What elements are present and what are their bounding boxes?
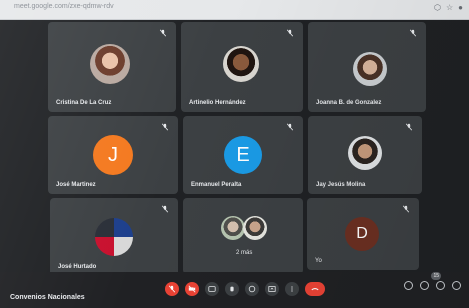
- browser-toolbar-icons: ⬡ ☆ ●: [434, 3, 463, 13]
- participant-tile[interactable]: Artinelio Hernández: [181, 22, 303, 112]
- activities-icon[interactable]: [452, 281, 461, 290]
- participant-name: Cristina De La Cruz: [56, 100, 112, 106]
- participant-name: Yo: [315, 258, 322, 264]
- participant-name: José Hurtado: [58, 264, 97, 270]
- captions-icon: [208, 286, 216, 292]
- call-controls: [165, 282, 325, 296]
- mic-off-icon: [402, 205, 410, 213]
- captions-button[interactable]: [205, 282, 219, 296]
- participant-tile[interactable]: Cristina De La Cruz: [48, 22, 176, 112]
- present-button[interactable]: [265, 282, 279, 296]
- participant-avatar: [348, 136, 382, 170]
- participant-count-badge: 15: [431, 272, 441, 280]
- extension-icon[interactable]: ⬡: [434, 3, 441, 13]
- people-icon[interactable]: [420, 281, 429, 290]
- star-icon[interactable]: ☆: [446, 3, 453, 13]
- participant-avatar: [90, 44, 130, 84]
- participant-tile[interactable]: Jay Jesús Molina: [308, 116, 422, 194]
- profile-icon[interactable]: ●: [458, 3, 463, 13]
- participant-avatar: [95, 218, 133, 256]
- participant-tile[interactable]: J José Martinez: [48, 116, 178, 194]
- emoji-icon: [248, 285, 256, 293]
- mic-off-icon: [286, 29, 294, 37]
- present-icon: [268, 286, 276, 292]
- meeting-toolbar: Convenios Nacionales 15: [0, 272, 469, 308]
- url-text[interactable]: meet.google.com/zxe-qdmw-rdv: [14, 3, 114, 10]
- mic-off-icon: [409, 29, 417, 37]
- meeting-side-icons: [404, 281, 461, 290]
- mic-toggle-button[interactable]: [165, 282, 179, 296]
- phone-hangup-icon: [311, 288, 319, 291]
- meet-screen: meet.google.com/zxe-qdmw-rdv ⬡ ☆ ● Crist…: [0, 0, 469, 308]
- camera-toggle-button[interactable]: [185, 282, 199, 296]
- reactions-button[interactable]: [245, 282, 259, 296]
- participant-avatar: [221, 216, 245, 240]
- participant-tile[interactable]: D Yo: [307, 198, 419, 270]
- participant-name: Jay Jesús Molina: [316, 182, 366, 188]
- mic-off-icon: [168, 285, 176, 293]
- participant-avatar: [223, 46, 259, 82]
- participant-name: Artinelio Hernández: [189, 100, 246, 106]
- participant-tile[interactable]: E Enmanuel Peralta: [183, 116, 303, 194]
- participant-tile[interactable]: José Hurtado: [50, 198, 178, 276]
- participant-avatar: [353, 52, 387, 86]
- raise-hand-button[interactable]: [225, 282, 239, 296]
- camera-off-icon: [188, 285, 196, 293]
- hand-icon: [230, 286, 234, 292]
- participant-avatar: [243, 216, 267, 240]
- meeting-title: Convenios Nacionales: [10, 294, 85, 301]
- more-options-button[interactable]: [285, 282, 299, 296]
- info-icon[interactable]: [404, 281, 413, 290]
- more-vert-icon: [291, 286, 293, 292]
- participant-name: Joanna B. de Gonzalez: [316, 100, 382, 106]
- mic-off-icon: [161, 205, 169, 213]
- participant-avatar: E: [224, 136, 262, 174]
- participant-avatar: J: [93, 135, 133, 175]
- participant-tile[interactable]: 2 más: [183, 198, 303, 274]
- browser-address-bar[interactable]: meet.google.com/zxe-qdmw-rdv ⬡ ☆ ●: [0, 0, 469, 20]
- participant-avatar: D: [345, 217, 379, 251]
- mic-off-icon: [405, 123, 413, 131]
- chat-icon[interactable]: [436, 281, 445, 290]
- participant-name: Enmanuel Peralta: [191, 182, 242, 188]
- mic-off-icon: [161, 123, 169, 131]
- mic-off-icon: [286, 123, 294, 131]
- participant-name: José Martinez: [56, 182, 96, 188]
- participant-name: 2 más: [236, 250, 253, 256]
- participant-tile[interactable]: Joanna B. de Gonzalez: [308, 22, 426, 112]
- end-call-button[interactable]: [305, 282, 325, 296]
- mic-off-icon: [159, 29, 167, 37]
